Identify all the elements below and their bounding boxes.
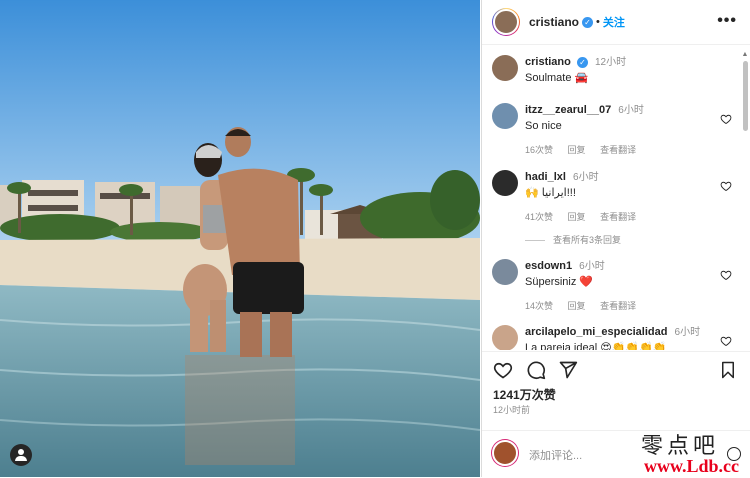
verified-badge-icon: ✓ <box>576 56 588 68</box>
like-heart-icon[interactable] <box>720 180 732 192</box>
comment-time[interactable]: 6小时 <box>618 105 644 116</box>
like-heart-icon[interactable] <box>720 335 732 347</box>
comment-bubble-icon[interactable] <box>526 360 546 380</box>
caption-username[interactable]: cristiano <box>525 56 571 68</box>
comments-scrollbar[interactable]: ▲ <box>741 50 749 348</box>
translate-button[interactable]: 查看翻译 <box>600 212 636 222</box>
follow-button[interactable]: 关注 <box>603 14 625 30</box>
comment-time[interactable]: 6小时 <box>573 172 599 183</box>
translate-button[interactable]: 查看翻译 <box>600 301 636 311</box>
post-photo[interactable] <box>0 0 480 477</box>
avatar[interactable] <box>492 259 518 285</box>
reply-button[interactable]: 回复 <box>568 145 586 155</box>
comment-text: So nice <box>525 120 562 132</box>
translate-button[interactable]: 查看翻译 <box>600 145 636 155</box>
like-heart-icon[interactable] <box>493 360 513 380</box>
tagged-users-icon[interactable] <box>10 444 32 466</box>
view-replies-button[interactable]: 查看所有3条回复 <box>525 233 621 246</box>
avatar[interactable] <box>492 103 518 129</box>
comment-text: La pareja ideal 😍👏👏👏👏 <box>525 342 667 350</box>
comment-username[interactable]: esdown1 <box>525 260 572 272</box>
post-timestamp[interactable]: 12小时前 <box>493 403 530 416</box>
comments-list[interactable]: cristiano ✓ 12小时 Soulmate 🚘 itzz__zearul… <box>482 45 739 350</box>
comment-likes[interactable]: 41次赞 <box>525 212 553 222</box>
comment-text: Süpersiniz ❤️ <box>525 276 594 288</box>
post-side-panel: cristiano ✓ • 关注 ••• cristiano ✓ 12小时 So… <box>481 0 750 477</box>
caption-time[interactable]: 12小时 <box>595 57 626 68</box>
reply-button[interactable]: 回复 <box>568 212 586 222</box>
post-header: cristiano ✓ • 关注 ••• <box>482 0 750 45</box>
avatar[interactable] <box>493 9 519 35</box>
avatar[interactable] <box>492 55 518 81</box>
story-ring[interactable] <box>492 8 520 36</box>
avatar[interactable] <box>492 325 518 350</box>
separator-dot: • <box>596 16 600 28</box>
comment-likes[interactable]: 16次赞 <box>525 145 553 155</box>
watermark-url: www.Ldb.cc <box>643 456 739 476</box>
scroll-up-icon[interactable]: ▲ <box>741 50 749 59</box>
header-username[interactable]: cristiano <box>529 15 579 29</box>
comment-time[interactable]: 6小时 <box>675 327 701 338</box>
action-bar <box>482 351 750 388</box>
likes-count[interactable]: 1241万次赞 <box>493 386 556 403</box>
beach-photo-illustration <box>0 0 480 477</box>
comment-username[interactable]: arcilapelo_mi_especialidad <box>525 326 667 338</box>
caption-text: Soulmate 🚘 <box>525 72 589 84</box>
like-heart-icon[interactable] <box>720 269 732 281</box>
avatar[interactable] <box>492 440 518 466</box>
more-horizontal-icon[interactable]: ••• <box>717 12 737 30</box>
scrollbar-thumb[interactable] <box>742 61 748 131</box>
save-bookmark-icon[interactable] <box>719 360 737 380</box>
comment-text: 🙌 ايرانيا!!! <box>525 187 576 199</box>
verified-badge-icon: ✓ <box>582 16 594 28</box>
reply-button[interactable]: 回复 <box>568 301 586 311</box>
add-comment-input[interactable]: 添加评论... <box>529 447 582 463</box>
share-send-icon[interactable] <box>558 360 578 380</box>
comment-time[interactable]: 6小时 <box>579 261 605 272</box>
comment-username[interactable]: itzz__zearul__07 <box>525 104 611 116</box>
comment-likes[interactable]: 14次赞 <box>525 301 553 311</box>
like-heart-icon[interactable] <box>720 113 732 125</box>
comment-username[interactable]: hadi_lxl <box>525 171 566 183</box>
avatar[interactable] <box>492 170 518 196</box>
